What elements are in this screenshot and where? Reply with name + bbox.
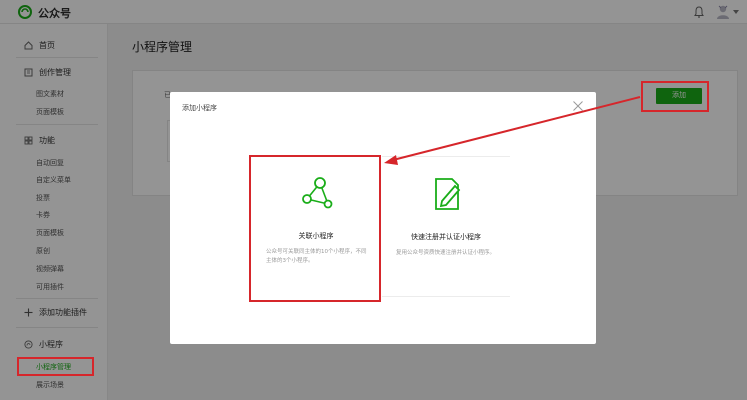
annotation-highlight-sidebar [17,357,94,376]
option-title: 快速注册并认证小程序 [411,233,481,241]
option-description: 复用公众号资质快速注册并认证小程序。 [396,250,496,256]
annotation-highlight-add-button [641,81,709,112]
option-register-miniprogram[interactable]: 快速注册并认证小程序 复用公众号资质快速注册并认证小程序。 [382,156,510,297]
add-miniprogram-dialog: 添加小程序 关联小程序 公众号可关联同主体的10个小程序，不同主体的3个小程序。… [170,92,596,344]
close-icon[interactable] [572,100,584,112]
dialog-title: 添加小程序 [182,104,217,112]
edit-document-icon [435,178,461,210]
annotation-highlight-option [249,155,381,302]
